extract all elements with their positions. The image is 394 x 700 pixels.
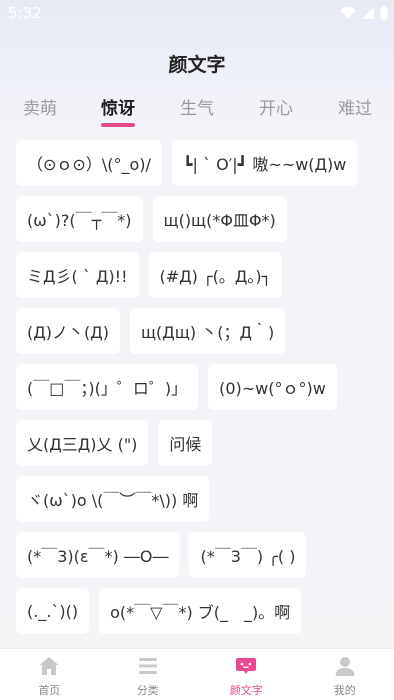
nav-label: 首页 [38,684,61,697]
menu-list-icon [138,658,157,674]
nav-label: 我的 [333,684,356,697]
kaomoji-item[interactable]: (Д)ノ丶(Д) [16,308,120,354]
bottom-navigation: 首页 分类 颜文字 我的 [0,648,394,700]
kaomoji-item[interactable]: щ(Дщ) 丶(；Д｀) [129,308,286,354]
status-icons [340,5,388,21]
kaomoji-list: （⊙ｏ⊙）\(°_o)/ ┗| ` O′|┛ 嗷~~w(Д)w (ω`)?(￣┬… [16,140,376,634]
nav-category[interactable]: 分类 [99,649,198,700]
tab-label: 开心 [259,99,293,119]
kaomoji-chat-icon [236,658,257,674]
kaomoji-item[interactable]: （⊙ｏ⊙）\(°_o)/ [16,140,162,186]
category-tabs: 卖萌 惊讶 生气 开心 难过 [0,94,394,134]
kaomoji-item[interactable]: (*￣3￣) ╭( ) [189,532,307,578]
status-time: 5:32 [8,4,42,22]
nav-label: 分类 [136,684,159,697]
nav-kaomoji[interactable]: 颜文字 [197,649,296,700]
tab-label: 卖萌 [23,99,57,119]
page-title: 颜文字 [168,54,226,76]
nav-home[interactable]: 首页 [0,649,99,700]
tab-happy[interactable]: 开心 [241,94,311,119]
kaomoji-item[interactable]: щ()щ(*Φ皿Φ*) [152,196,287,242]
tab-label: 惊讶 [101,99,135,119]
wifi-icon [340,6,356,19]
signal-icon [362,7,374,19]
kaomoji-item[interactable]: (*￣3)(ε￣*) ―O― [16,532,180,578]
kaomoji-item[interactable]: (ω`)?(￣┬￣*) [16,196,143,242]
nav-profile[interactable]: 我的 [296,649,394,700]
kaomoji-item[interactable]: 问候 [158,420,213,466]
kaomoji-item[interactable]: (._.`)() [16,588,90,634]
tab-angry[interactable]: 生气 [162,94,232,119]
kaomoji-item[interactable]: (0)~w(°ｏ°)w [208,364,337,410]
tab-cute[interactable]: 卖萌 [5,94,75,119]
kaomoji-item[interactable]: ┗| ` O′|┛ 嗷~~w(Д)w [171,140,358,186]
kaomoji-item[interactable]: ミД彡( ` Д)!! [16,252,139,298]
kaomoji-item[interactable]: o(*￣▽￣*) ブ(_ _)。啊 [99,588,302,634]
tab-surprised[interactable]: 惊讶 [83,94,153,127]
kaomoji-item[interactable]: (#Д) ┌(。Д。)┐ [148,252,283,298]
kaomoji-item[interactable]: (￣□￣；)(」゜ロ゜)」 [16,364,199,410]
kaomoji-item[interactable]: ヾ(ω`)o \(￣︶￣*\)) 啊 [16,476,210,522]
home-icon [39,657,59,675]
kaomoji-item[interactable]: 乂(Д三Д)乂 (") [16,420,149,466]
tab-label: 生气 [180,99,214,119]
battery-icon [380,6,388,20]
active-tab-indicator [101,123,135,127]
status-bar: 5:32 [0,0,394,28]
tab-label: 难过 [338,99,372,119]
nav-label: 颜文字 [229,684,263,697]
tab-sad[interactable]: 难过 [320,94,390,119]
user-icon [335,657,355,676]
